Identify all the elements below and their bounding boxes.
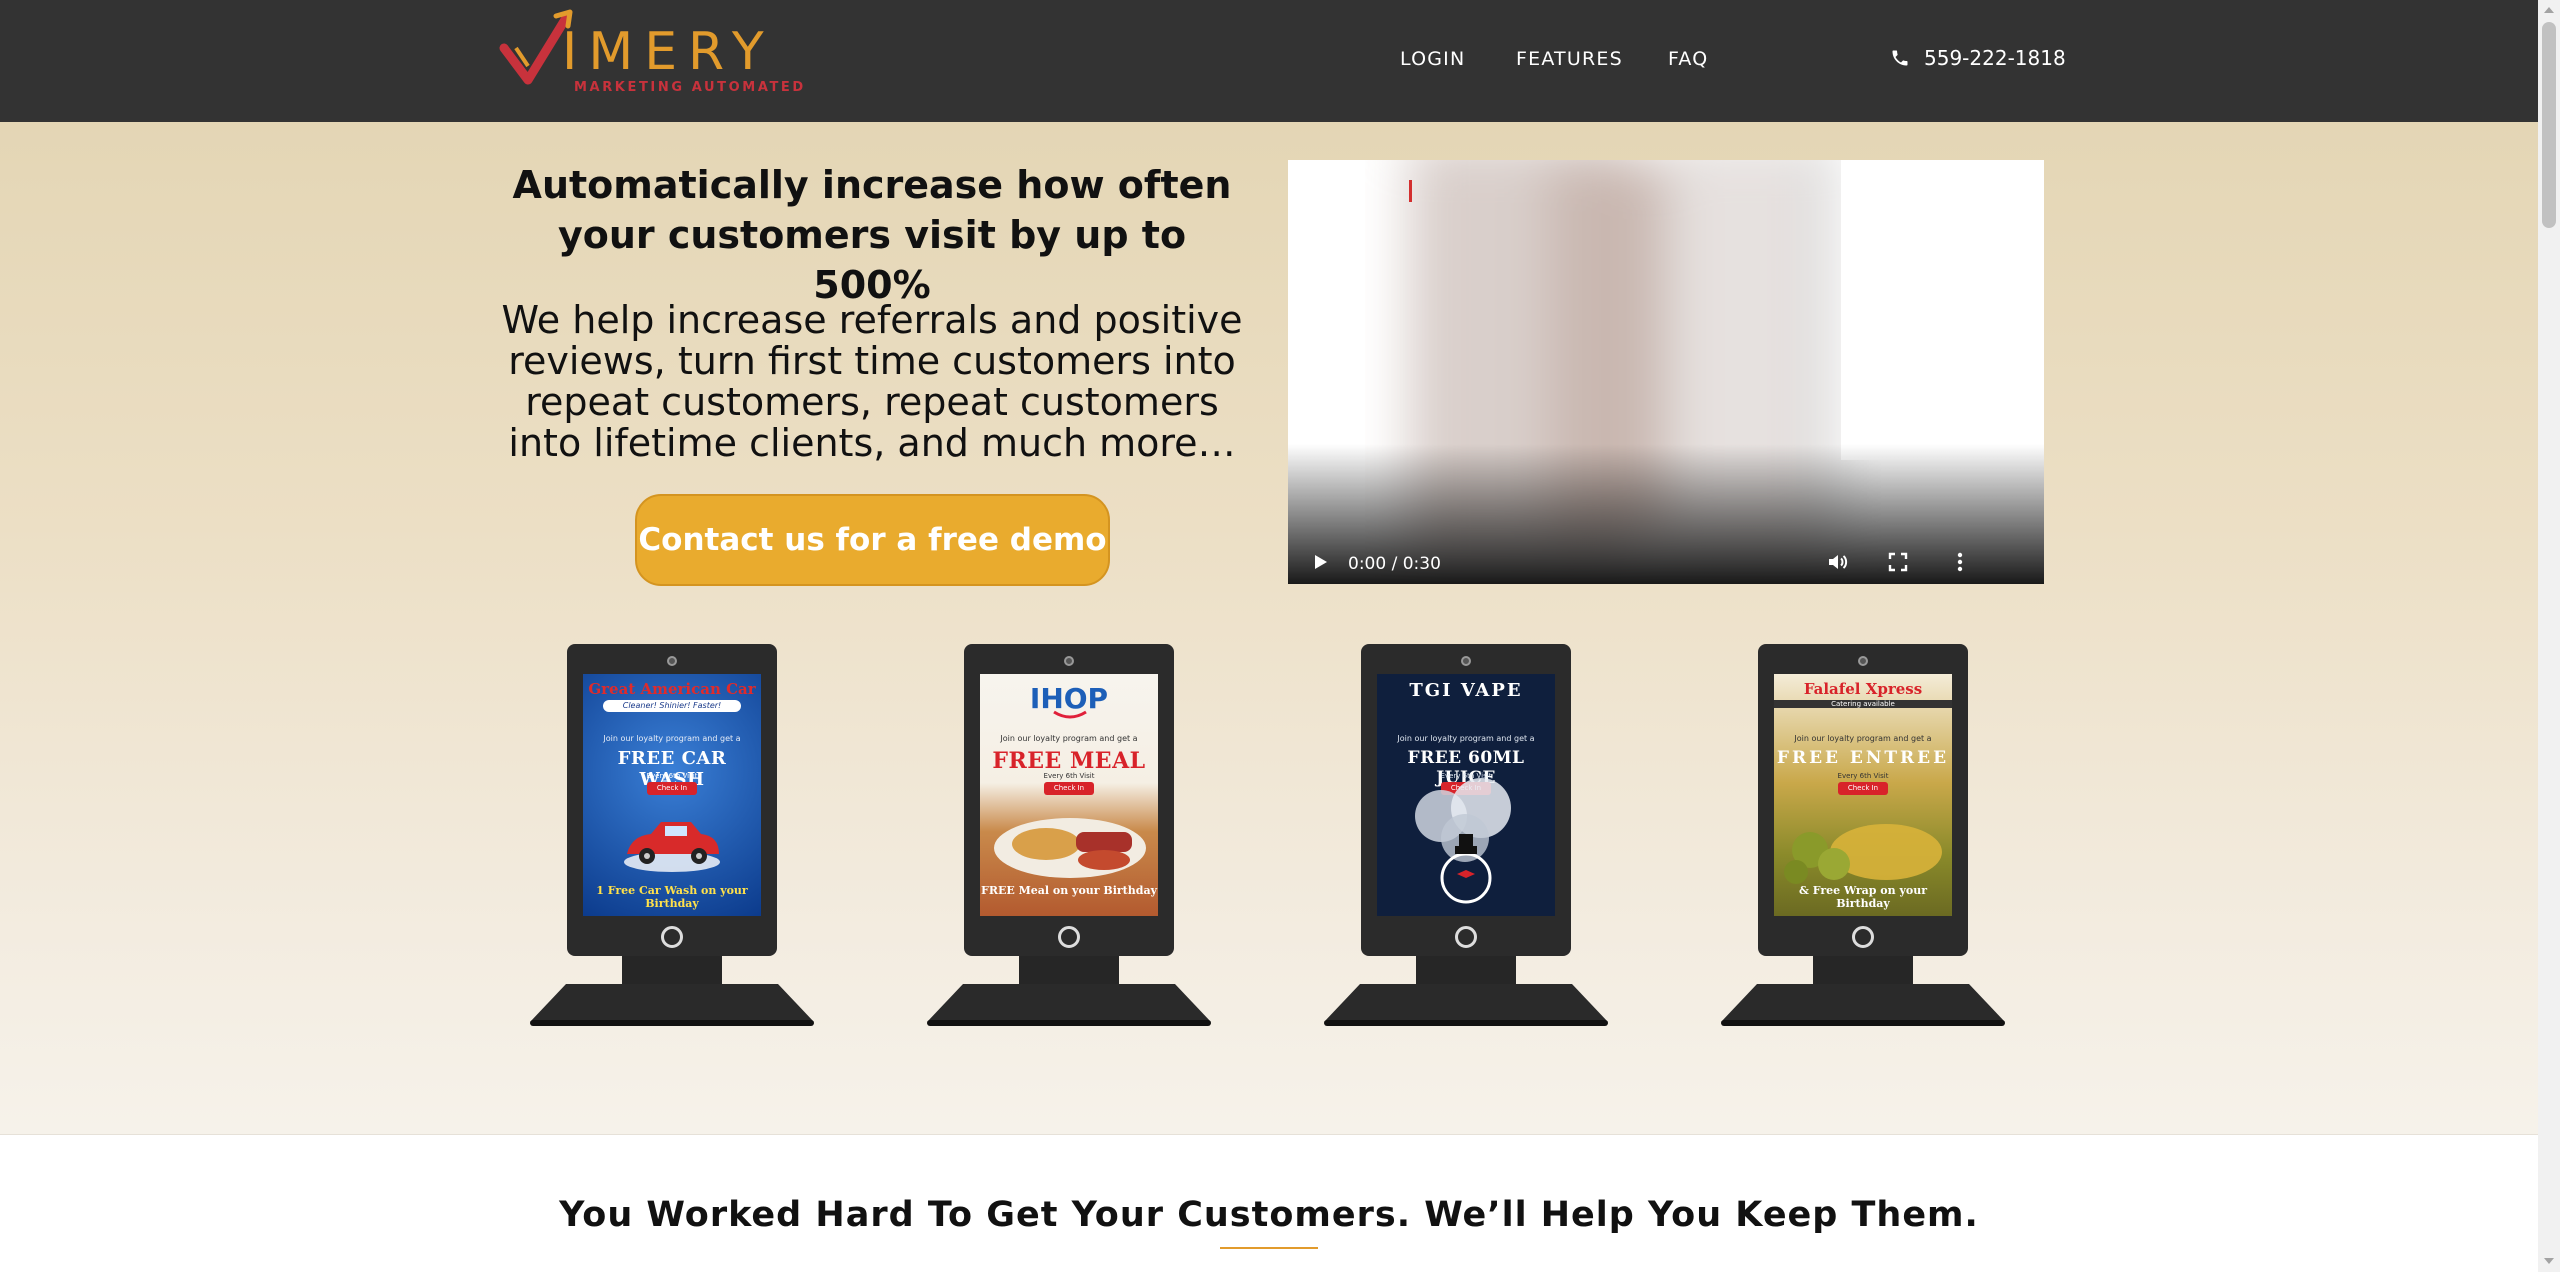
video-time: 0:00 / 0:30 — [1348, 554, 1441, 574]
tablet-frame: TGI VAPE Join our loyalty program and ge… — [1361, 644, 1571, 956]
check-in-button[interactable]: Check In — [647, 782, 697, 795]
ihop-smile-icon — [1053, 710, 1087, 719]
kiosk-birthday: 1 Free Car Wash on your Birthday — [596, 884, 748, 910]
camera-dot — [1858, 656, 1868, 666]
loyalty-line: Join our loyalty program and get a — [603, 734, 741, 743]
kiosk-screen: TGI VAPE Join our loyalty program and ge… — [1377, 674, 1555, 916]
stand-base — [1324, 984, 1608, 1022]
page-scrollbar[interactable] — [2538, 0, 2560, 1272]
kiosk-brand: Falafel Xpress — [1803, 680, 1923, 698]
kiosk-screen: Falafel Xpress Catering available Join o… — [1774, 674, 1952, 916]
home-button — [661, 926, 683, 948]
kiosk-brand-subtitle: Cleaner! Shinier! Faster! — [603, 700, 741, 712]
kiosk-offer: FREE ENTREE — [1776, 748, 1950, 768]
phone-link[interactable]: 559-222-1818 — [1890, 46, 2066, 70]
phone-icon — [1892, 50, 1908, 66]
stand-base — [1721, 984, 2005, 1022]
logo-wordmark: IMERY — [562, 22, 775, 82]
contact-demo-button[interactable]: Contact us for a free demo — [635, 494, 1110, 586]
kiosk-birthday: FREE Meal on your Birthday — [981, 884, 1157, 897]
top-navbar: IMERY MARKETING AUTOMATED LOGIN FEATURES… — [0, 0, 2538, 122]
nav-features-link[interactable]: FEATURES — [1516, 48, 1623, 70]
home-button — [1455, 926, 1477, 948]
fullscreen-icon[interactable] — [1886, 550, 1910, 574]
scroll-up-arrow-icon[interactable] — [2544, 7, 2554, 13]
kiosk-car-wash: Great American Car Wash Cleaner! Shinier… — [522, 644, 822, 1034]
check-in-button[interactable]: Check In — [1838, 782, 1888, 795]
breakfast-plate-illustration — [994, 818, 1146, 878]
hero-subheading: We help increase referrals and positive … — [501, 298, 1243, 465]
promo-video-player[interactable]: 0:00 / 0:30 — [1288, 160, 2044, 584]
scroll-down-arrow-icon[interactable] — [2544, 1258, 2554, 1264]
stand-base-edge — [1324, 1020, 1608, 1026]
retention-section: You Worked Hard To Get Your Customers. W… — [0, 1134, 2538, 1272]
more-options-icon[interactable] — [1948, 550, 1972, 574]
title-underline — [1220, 1247, 1318, 1249]
scrollbar-thumb[interactable] — [2542, 22, 2556, 228]
volume-icon[interactable] — [1826, 550, 1850, 574]
hero-heading: Automatically increase how often your cu… — [512, 163, 1232, 307]
stand-base-edge — [530, 1020, 814, 1026]
kiosk-offer: FREE MEAL — [992, 748, 1146, 774]
kiosk-falafel-xpress: Falafel Xpress Catering available Join o… — [1713, 644, 2013, 1034]
nav-faq-link[interactable]: FAQ — [1668, 48, 1708, 70]
home-button — [1852, 926, 1874, 948]
camera-dot — [667, 656, 677, 666]
smoke-mascot-illustration — [1415, 778, 1511, 904]
hero-section: Automatically increase how often your cu… — [0, 122, 2538, 1134]
kiosk-ihop: IHOP Join our loyalty program and get a … — [919, 644, 1219, 1034]
tablet-frame: Great American Car Wash Cleaner! Shinier… — [567, 644, 777, 956]
home-button — [1058, 926, 1080, 948]
kiosk-brand: TGI VAPE — [1409, 680, 1523, 701]
vimery-logo[interactable]: IMERY MARKETING AUTOMATED — [498, 8, 803, 100]
tablet-frame: IHOP Join our loyalty program and get a … — [964, 644, 1174, 956]
stand-base-edge — [927, 1020, 1211, 1026]
check-in-button[interactable]: Check In — [1044, 782, 1094, 795]
olive-oil-illustration — [1784, 824, 1942, 884]
kiosk-screen: Great American Car Wash Cleaner! Shinier… — [583, 674, 761, 916]
stand-base — [530, 984, 814, 1022]
kiosk-brand-subtitle: Catering available — [1774, 700, 1952, 708]
kiosk-tgi-vape: TGI VAPE Join our loyalty program and ge… — [1316, 644, 1616, 1034]
camera-dot — [1461, 656, 1471, 666]
kiosk-visit: Every 6th Visit — [1043, 772, 1095, 780]
kiosk-visit: Every 6th Visit — [1837, 772, 1889, 780]
loyalty-line: Join our loyalty program and get a — [1000, 734, 1138, 743]
kiosk-screen: IHOP Join our loyalty program and get a … — [980, 674, 1158, 916]
stand-base-edge — [1721, 1020, 2005, 1026]
stand-base — [927, 984, 1211, 1022]
kiosk-birthday: & Free Wrap on your Birthday — [1799, 884, 1927, 910]
section-title: You Worked Hard To Get Your Customers. W… — [559, 1195, 1979, 1235]
loyalty-line: Join our loyalty program and get a — [1794, 734, 1932, 743]
kiosk-visit: Every 6th Visit — [646, 772, 698, 780]
camera-dot — [1064, 656, 1074, 666]
tablet-frame: Falafel Xpress Catering available Join o… — [1758, 644, 1968, 956]
nav-login-link[interactable]: LOGIN — [1400, 48, 1465, 70]
car-illustration — [624, 822, 720, 872]
loyalty-line: Join our loyalty program and get a — [1397, 734, 1535, 743]
logo-tagline: MARKETING AUTOMATED — [574, 80, 806, 95]
play-icon[interactable] — [1308, 550, 1332, 574]
phone-number: 559-222-1818 — [1924, 46, 2066, 70]
